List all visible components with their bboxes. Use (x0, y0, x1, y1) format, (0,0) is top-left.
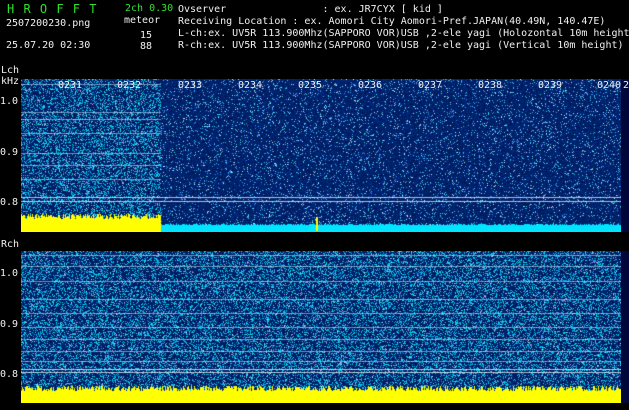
rch-spectrogram (21, 251, 621, 403)
meteor-count-r: 88 (140, 41, 153, 52)
rch-tick-1-0: 1.0 (0, 268, 19, 279)
lch-spectrogram (21, 79, 621, 232)
rch-canvas (21, 251, 621, 403)
time-label-0231: 0231 (58, 80, 83, 91)
time-label-0234: 0234 (238, 80, 263, 91)
rch-tick-0-9: 0.9 (0, 319, 19, 330)
mode-label: 2ch 0.30 (125, 3, 174, 14)
observer-line: Ovserver : ex. JR7CYX [ kid ] (178, 4, 443, 15)
khz-label: kHz (1, 76, 20, 87)
rch-tick-0-8: 0.8 (0, 369, 19, 380)
app-logo: H R O F F T (7, 2, 98, 16)
rch-label: Rch (1, 239, 20, 250)
date-time: 25.07.20 02:30 (6, 40, 91, 51)
lch-right-margin (621, 79, 629, 232)
time-label-0239: 0239 (538, 80, 563, 91)
hrofft-screen: H R O F F T 2ch 0.30 2507200230.png mete… (0, 0, 629, 410)
time-label-0240: 0240 (597, 80, 622, 91)
time-label-0238: 0238 (478, 80, 503, 91)
time-label-0235: 0235 (298, 80, 323, 91)
lch-canvas (21, 79, 621, 232)
meteor-label: meteor (124, 15, 161, 26)
location-line: Receiving Location : ex. Aomori City Aom… (178, 16, 606, 27)
time-label-0233: 0233 (178, 80, 203, 91)
meteor-count-l: 15 (140, 30, 153, 41)
time-label-0232: 0232 (117, 80, 142, 91)
lch-label: Lch (1, 65, 20, 76)
time-label-2: 2 (623, 80, 629, 91)
time-label-0236: 0236 (358, 80, 383, 91)
rch-right-margin (621, 251, 629, 403)
time-label-0237: 0237 (418, 80, 443, 91)
file-name: 2507200230.png (6, 18, 91, 29)
lch-info-line: L-ch:ex. UV5R 113.900Mhz(SAPPORO VOR)USB… (178, 28, 629, 39)
lch-tick-0-8: 0.8 (0, 197, 19, 208)
rch-info-line: R-ch:ex. UV5R 113.900Mhz(SAPPORO VOR)USB… (178, 40, 624, 51)
lch-tick-0-9: 0.9 (0, 147, 19, 158)
lch-tick-1-0: 1.0 (0, 96, 19, 107)
